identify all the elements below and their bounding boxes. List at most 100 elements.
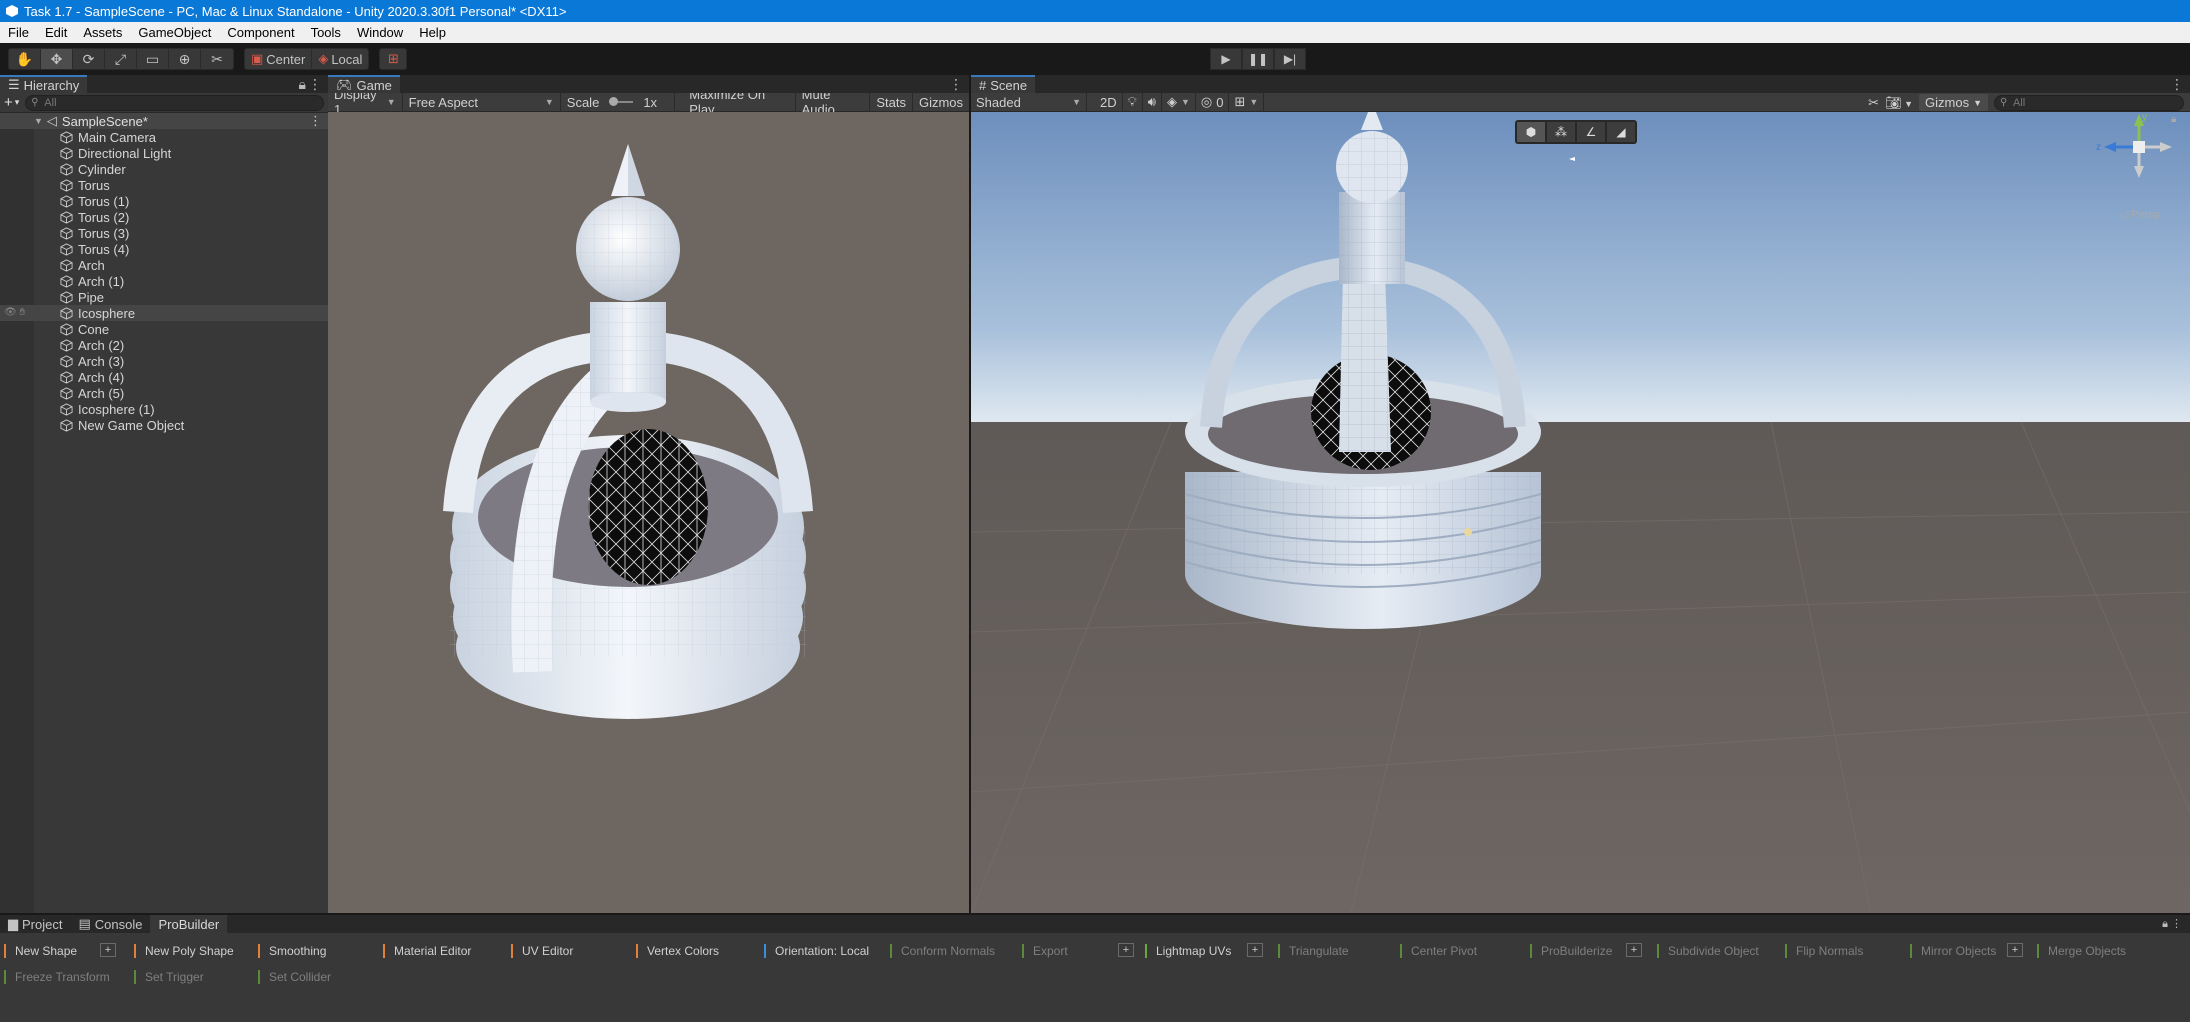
hierarchy-item[interactable]: Arch (3) [0,353,328,369]
hierarchy-item[interactable]: New Game Object [0,417,328,433]
play-icon[interactable]: ▶ [1210,48,1242,70]
options-plus-icon[interactable]: + [1626,943,1642,957]
hierarchy-item[interactable]: Torus (4) [0,241,328,257]
hierarchy-menu-icon[interactable]: ⋮ [308,76,322,93]
expand-arrow-icon[interactable]: ▼ [34,116,43,126]
vertex-mode-icon[interactable]: ⁂ [1547,122,1575,142]
tab-game[interactable]: 🎮︎ Game [328,75,400,93]
edge-mode-icon[interactable]: ∠ [1577,122,1605,142]
camera-icon[interactable]: 📷︎ ▼ [1885,95,1913,111]
hierarchy-item[interactable]: Arch [0,257,328,273]
probuilder-action-button[interactable]: UV Editor [511,943,573,959]
gizmo-lock-icon[interactable]: 🔒︎ [2171,114,2176,125]
hierarchy-item[interactable]: Cone [0,321,328,337]
hierarchy-item[interactable]: Torus (1) [0,193,328,209]
probuilder-action-button[interactable]: Set Collider [258,969,331,985]
audio-toggle-icon[interactable]: 🔊︎ [1143,92,1162,112]
menu-gameobject[interactable]: GameObject [130,25,219,40]
scene-menu-icon[interactable]: ⋮ [2170,76,2184,93]
probuilder-action-button[interactable]: Vertex Colors [636,943,719,959]
scale-slider[interactable] [609,97,634,106]
grid-toggle-icon[interactable]: ⊞ ▼ [1229,92,1265,112]
probuilder-action-button[interactable]: Merge Objects [2037,943,2126,959]
aspect-dropdown[interactable]: Free Aspect ▼ [403,92,561,112]
scene-viewport[interactable]: ⬢ ⁂ ∠ ◢ y z 🔒︎ ◁ Persp [971,112,2190,913]
stats-button[interactable]: Stats [870,92,913,112]
tab-scene[interactable]: # Scene [971,75,1036,93]
persp-label[interactable]: ◁ Persp [2120,208,2160,221]
probuilder-action-button[interactable]: Smoothing [258,943,326,959]
probuilder-action-button[interactable]: Export [1022,943,1068,959]
probuilder-action-button[interactable]: Orientation: Local [764,943,869,959]
menu-assets[interactable]: Assets [75,25,130,40]
shading-mode-dropdown[interactable]: Shaded ▼ [971,92,1087,112]
probuilder-action-button[interactable]: New Poly Shape [134,943,234,959]
pause-icon[interactable]: ❚❚ [1242,48,1274,70]
hidden-objects-toggle[interactable]: ◎ 0 [1196,92,1230,112]
transform-tool-icon[interactable]: ⊕ [169,49,201,69]
bottom-lock-icon[interactable]: 🔒︎ ⋮ [2162,917,2182,931]
visibility-eye-icon[interactable]: 👁︎ ✋︎ [4,307,25,318]
tab-console[interactable]: ▤ Console [70,915,151,933]
menu-window[interactable]: Window [349,25,411,40]
options-plus-icon[interactable]: + [2007,943,2023,957]
probuilder-action-button[interactable]: Conform Normals [890,943,995,959]
hierarchy-search-input[interactable]: ⚲ All [25,94,324,111]
options-plus-icon[interactable]: + [1247,943,1263,957]
scene-search-input[interactable]: ⚲ All [1994,94,2184,111]
probuilder-action-button[interactable]: Set Trigger [134,969,204,985]
orientation-gizmo[interactable]: y z 🔒︎ ◁ Persp [2094,112,2184,232]
add-object-button[interactable]: + ▾ [4,94,19,111]
probuilder-action-button[interactable]: Flip Normals [1785,943,1863,959]
tab-probuilder[interactable]: ProBuilder [150,915,228,933]
display-dropdown[interactable]: Display 1 ▼ [328,87,403,117]
game-menu-icon[interactable]: ⋮ [949,76,963,93]
menu-edit[interactable]: Edit [37,25,75,40]
scene-root[interactable]: ▼ ◁ SampleScene* ⋮ [0,113,328,129]
tab-hierarchy[interactable]: ☰ Hierarchy [0,75,88,93]
rect-tool-icon[interactable]: ▭ [137,49,169,69]
options-plus-icon[interactable]: + [100,943,116,957]
game-gizmos-button[interactable]: Gizmos [913,93,969,112]
hierarchy-item[interactable]: Torus (2) [0,209,328,225]
probuilder-action-button[interactable]: Freeze Transform [4,969,110,985]
hierarchy-item[interactable]: Icosphere (1) [0,401,328,417]
custom-tool-icon[interactable]: ✂ [201,49,233,69]
game-viewport[interactable] [328,112,969,913]
rotate-tool-icon[interactable]: ⟳ [73,49,105,69]
scene-gizmos-dropdown[interactable]: Gizmos ▼ [1919,94,1988,111]
grid-snap-icon[interactable]: ⊞ [379,48,408,70]
tools-icon[interactable]: ✂ [1868,95,1879,111]
pivot-local-button[interactable]: ◈ Local [312,49,368,69]
hierarchy-lock-icon[interactable]: 🔒︎ [299,76,306,93]
hierarchy-item[interactable]: Torus (3) [0,225,328,241]
probuilder-action-button[interactable]: Center Pivot [1400,943,1477,959]
face-mode-icon[interactable]: ◢ [1607,122,1635,142]
scale-control[interactable]: Scale 1x [561,92,676,112]
hierarchy-item[interactable]: Arch (5) [0,385,328,401]
hierarchy-item[interactable]: Directional Light [0,145,328,161]
step-icon[interactable]: ▶| [1274,48,1306,70]
lighting-toggle-icon[interactable]: 💡︎ [1123,92,1143,112]
menu-help[interactable]: Help [411,25,454,40]
tab-project[interactable]: ▆ Project [0,915,71,933]
hierarchy-item[interactable]: Pipe [0,289,328,305]
hierarchy-item[interactable]: Main Camera [0,129,328,145]
hierarchy-item[interactable]: 👁︎ ✋︎ Icosphere [0,305,328,321]
pivot-center-button[interactable]: ▣ Center [245,49,313,69]
hierarchy-item[interactable]: Arch (2) [0,337,328,353]
probuilder-action-button[interactable]: Lightmap UVs [1145,943,1231,959]
options-plus-icon[interactable]: + [1118,943,1134,957]
probuilder-action-button[interactable]: Subdivide Object [1657,943,1759,959]
menu-file[interactable]: File [0,25,37,40]
probuilder-action-button[interactable]: Mirror Objects [1910,943,1996,959]
hierarchy-item[interactable]: Arch (4) [0,369,328,385]
scale-tool-icon[interactable]: ⤢ [105,49,137,69]
menu-tools[interactable]: Tools [303,25,349,40]
hierarchy-item[interactable]: Torus [0,177,328,193]
hierarchy-item[interactable]: Cylinder [0,161,328,177]
menu-component[interactable]: Component [219,25,302,40]
effects-toggle-icon[interactable]: ◈ ▼ [1162,92,1196,112]
maximize-on-play-button[interactable]: Maximize On Play [683,87,796,117]
hand-tool-icon[interactable]: ✋ [9,49,41,69]
